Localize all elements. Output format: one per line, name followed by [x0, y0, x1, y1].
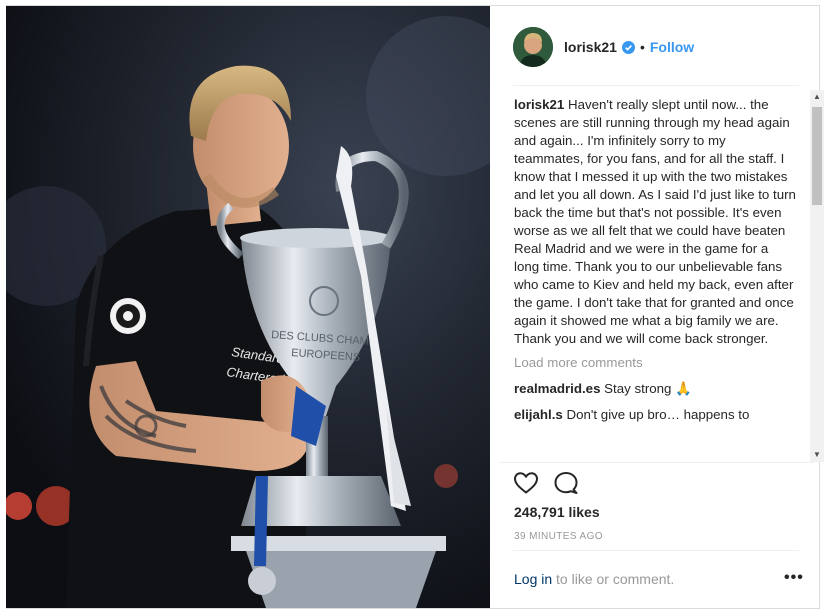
- comment-button[interactable]: [553, 471, 579, 500]
- login-prompt-text: to like or comment.: [552, 571, 675, 587]
- comment-item: realmadrid.es Stay strong 🙏: [514, 380, 796, 398]
- post-header: lorisk21 • Follow: [513, 27, 694, 67]
- avatar[interactable]: [513, 27, 553, 67]
- verified-badge-icon: [621, 40, 635, 54]
- comment-text: Stay strong 🙏: [600, 381, 692, 396]
- footer-divider: [513, 550, 799, 551]
- scrollbar-thumb[interactable]: [812, 107, 822, 205]
- comment-text: Don't give up bro… happens to: [562, 407, 750, 422]
- scroll-up-arrow-icon[interactable]: ▲: [810, 90, 824, 104]
- login-prompt: Log in to like or comment.: [514, 571, 674, 587]
- avatar-image: [513, 27, 553, 67]
- comment-username[interactable]: realmadrid.es: [514, 381, 600, 396]
- scroll-down-arrow-icon[interactable]: ▼: [810, 448, 824, 462]
- speech-bubble-icon: [554, 471, 578, 494]
- comment-username[interactable]: elijahl.s: [514, 407, 563, 422]
- login-link[interactable]: Log in: [514, 571, 552, 587]
- actions-divider: [499, 462, 814, 463]
- comments-scrollbar[interactable]: ▲ ▼: [810, 90, 824, 462]
- separator-dot: •: [639, 39, 645, 55]
- header-divider: [513, 85, 799, 86]
- comments-section[interactable]: lorisk21 Haven't really slept until now.…: [514, 96, 796, 460]
- caption-text: Haven't really slept until now... the sc…: [514, 97, 796, 346]
- likes-count[interactable]: 248,791 likes: [514, 504, 600, 520]
- post-image: Standard Chartered DES CLUBS CHAMP EUROP…: [6, 6, 490, 608]
- follow-button[interactable]: Follow: [650, 39, 694, 55]
- caption: lorisk21 Haven't really slept until now.…: [514, 96, 796, 348]
- post-photo[interactable]: Standard Chartered DES CLUBS CHAMP EUROP…: [6, 6, 490, 608]
- heart-icon: [513, 471, 539, 494]
- post-timestamp[interactable]: 39 MINUTES AGO: [514, 531, 603, 542]
- post-actions: [513, 471, 593, 500]
- more-options-icon[interactable]: •••: [784, 570, 804, 586]
- like-button[interactable]: [513, 471, 539, 500]
- caption-username[interactable]: lorisk21: [514, 97, 564, 112]
- username[interactable]: lorisk21: [564, 39, 617, 55]
- load-more-comments-button[interactable]: Load more comments: [514, 354, 796, 372]
- post-sidebar: lorisk21 • Follow lorisk21 Haven't reall…: [499, 6, 824, 608]
- comment-item: elijahl.s Don't give up bro… happens to: [514, 406, 796, 424]
